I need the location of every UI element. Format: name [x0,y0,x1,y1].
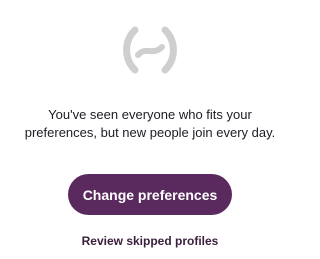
message-line-1: You've seen everyone who fits your [48,107,252,122]
change-preferences-button[interactable]: Change preferences [68,174,232,215]
empty-search-icon [115,15,185,85]
empty-state-screen: You've seen everyone who fits your prefe… [0,0,300,259]
empty-state-message: You've seen everyone who fits your prefe… [0,106,300,142]
message-line-2: preferences, but new people join every d… [24,125,276,140]
review-skipped-profiles-link[interactable]: Review skipped profiles [0,234,300,248]
